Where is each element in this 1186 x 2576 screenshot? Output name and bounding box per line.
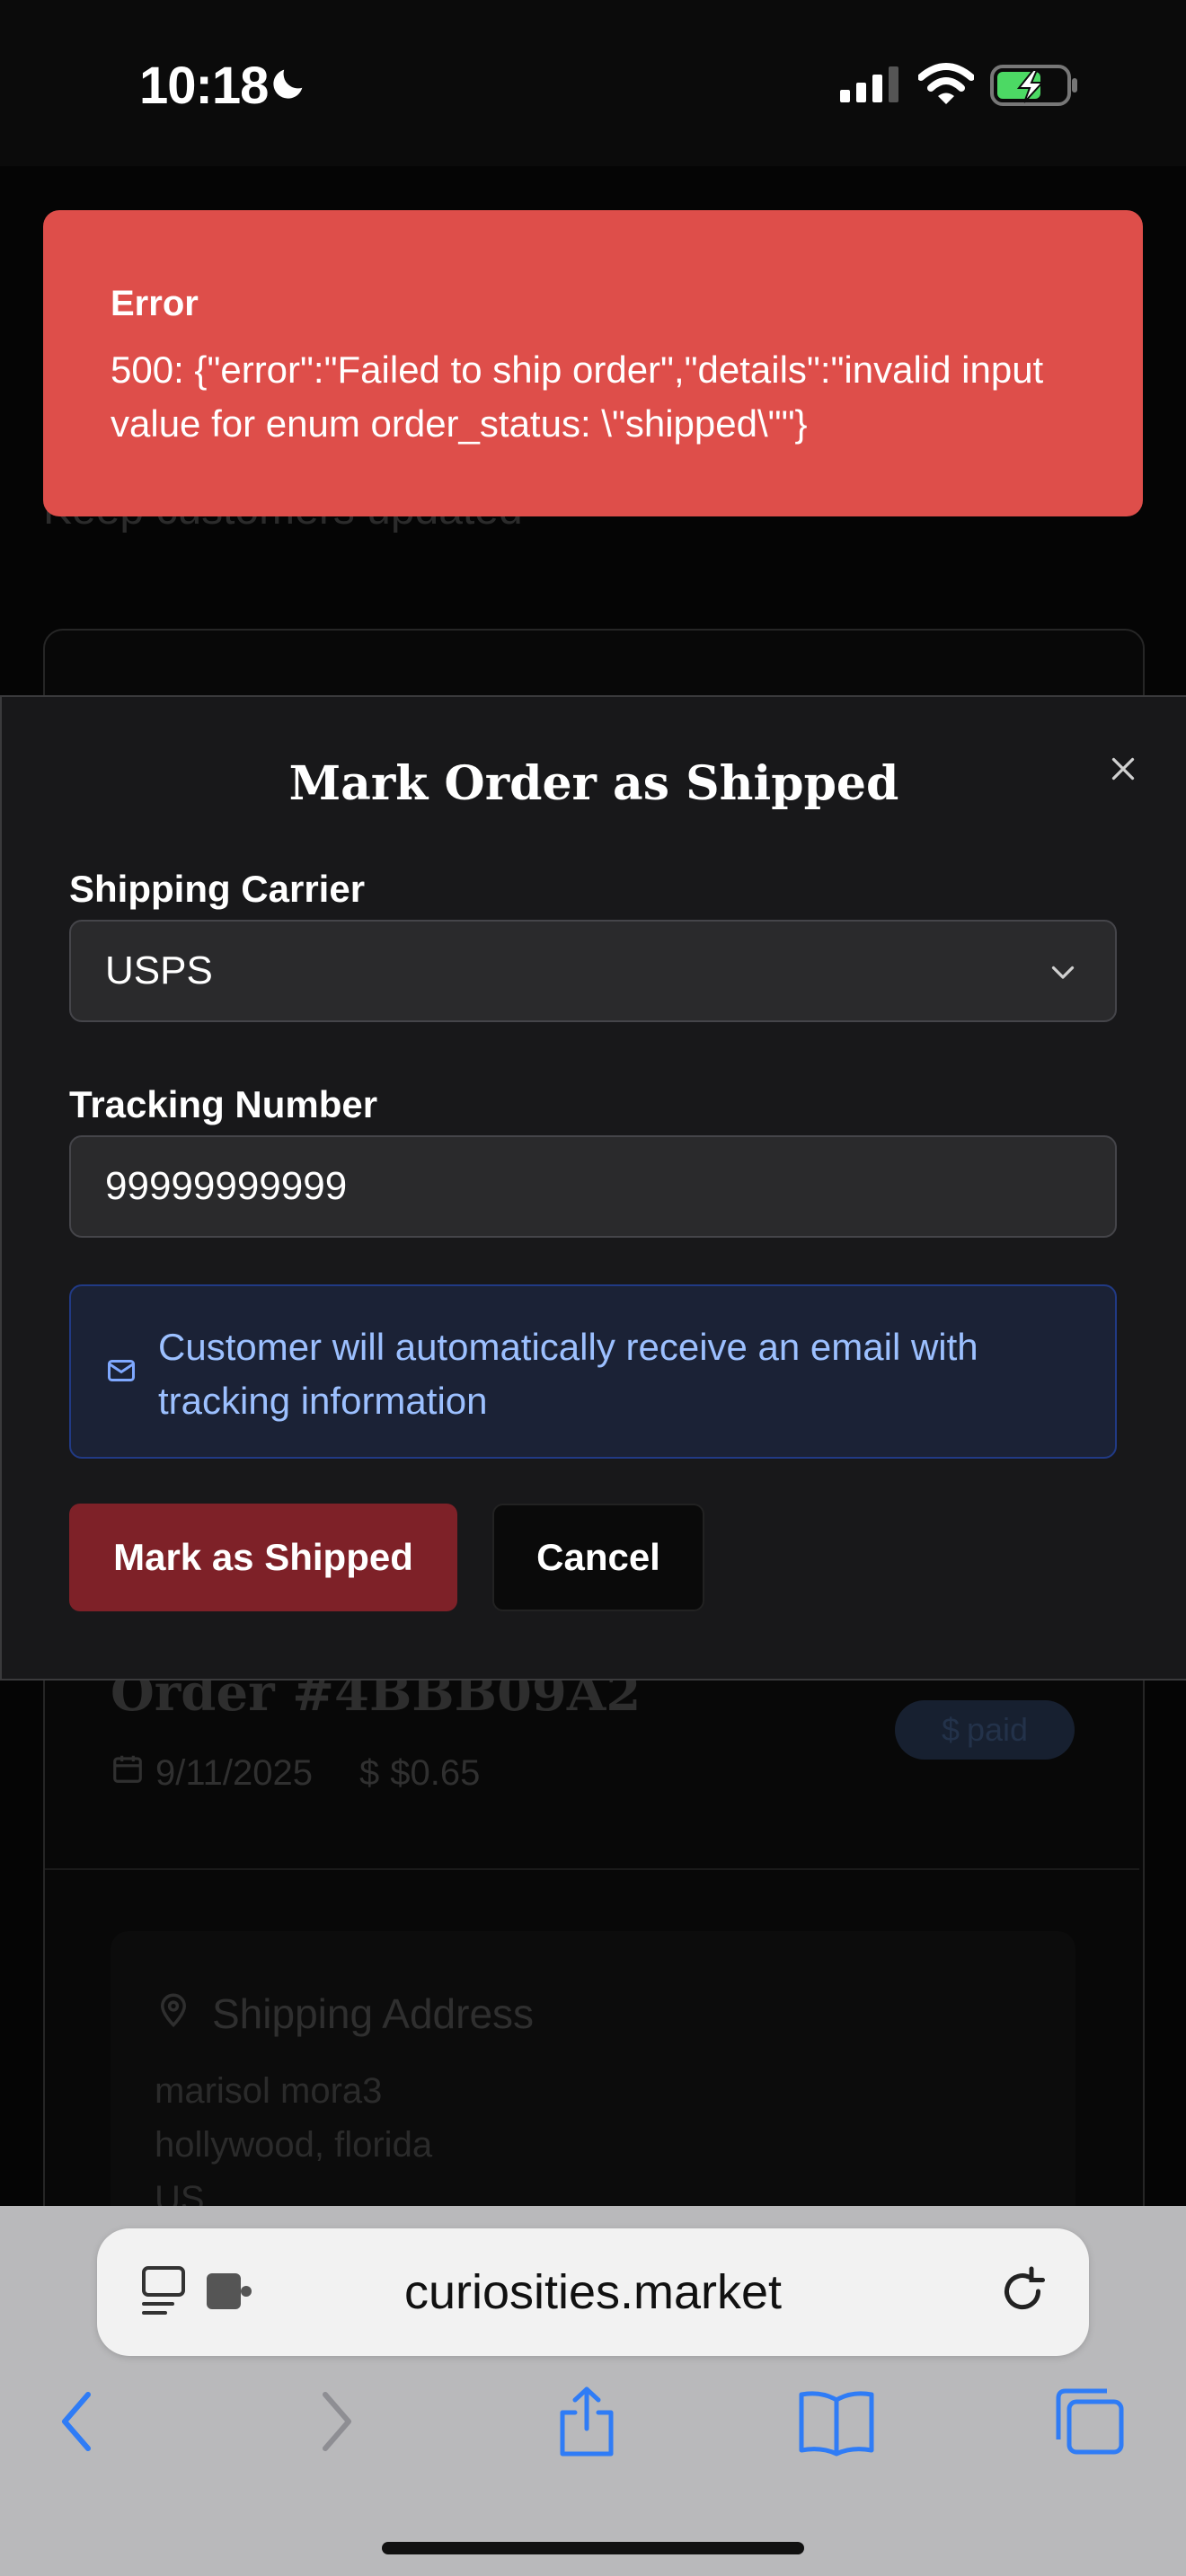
- status-badge: $ paid: [895, 1700, 1075, 1760]
- tracking-number-value: 99999999999: [105, 1164, 348, 1208]
- moon-icon: [268, 63, 309, 109]
- home-indicator: [382, 2542, 804, 2554]
- divider: [45, 1868, 1139, 1870]
- ship-order-modal: Mark Order as Shipped Shipping Carrier U…: [0, 695, 1186, 1681]
- order-date: 9/11/2025: [155, 1752, 313, 1793]
- wifi-icon: [917, 63, 975, 110]
- mail-icon: [105, 1354, 137, 1391]
- status-time: 10:18: [139, 57, 269, 115]
- back-icon[interactable]: [54, 2386, 99, 2462]
- modal-title: Mark Order as Shipped: [288, 756, 899, 811]
- map-pin-icon: [155, 1989, 192, 2038]
- carrier-select-value: USPS: [105, 948, 213, 992]
- dollar-icon: $: [941, 1711, 960, 1748]
- address-line: marisol mora3: [155, 2071, 383, 2111]
- carrier-select[interactable]: USPS: [69, 920, 1117, 1022]
- error-toast-message: 500: {"error":"Failed to ship order","de…: [111, 348, 1044, 445]
- shipping-address-header: Shipping Address: [155, 1989, 534, 2038]
- mark-shipped-button[interactable]: Mark as Shipped: [69, 1504, 457, 1611]
- bookmarks-icon[interactable]: [798, 2386, 875, 2462]
- cellular-signal-icon: [840, 66, 901, 107]
- share-icon[interactable]: [555, 2386, 618, 2462]
- close-icon: [1111, 757, 1135, 781]
- reload-icon[interactable]: [996, 2264, 1049, 2323]
- dollar-icon: $: [358, 1752, 380, 1793]
- cancel-button[interactable]: Cancel: [492, 1504, 704, 1611]
- order-meta: 9/11/2025 $ $0.65: [111, 1751, 480, 1795]
- tabs-icon[interactable]: [1051, 2386, 1127, 2462]
- battery-charging-icon: [990, 63, 1080, 112]
- email-notice: Customer will automatically receive an e…: [69, 1284, 1117, 1459]
- tracking-number-input[interactable]: 99999999999: [69, 1135, 1117, 1238]
- shipping-address-title: Shipping Address: [212, 1990, 535, 2037]
- order-total: $0.65: [390, 1752, 481, 1793]
- browser-toolbar: curiosities.market: [0, 2206, 1186, 2576]
- url-text: curiosities.market: [403, 2265, 783, 2319]
- close-button[interactable]: [1098, 744, 1148, 794]
- carrier-label: Shipping Carrier: [69, 868, 366, 910]
- status-bar: 10:18: [0, 0, 1186, 166]
- error-toast-title: Error: [111, 284, 199, 323]
- forward-icon[interactable]: [314, 2386, 359, 2462]
- status-badge-label: paid: [966, 1711, 1029, 1748]
- error-toast[interactable]: Error 500: {"error":"Failed to ship orde…: [43, 210, 1143, 516]
- tracking-label: Tracking Number: [69, 1083, 378, 1125]
- calendar-icon: [111, 1751, 145, 1795]
- email-notice-text: Customer will automatically receive an e…: [158, 1326, 978, 1422]
- chevron-down-icon: [1047, 956, 1079, 992]
- address-bar[interactable]: curiosities.market: [97, 2228, 1089, 2356]
- address-line: hollywood, florida: [155, 2125, 433, 2165]
